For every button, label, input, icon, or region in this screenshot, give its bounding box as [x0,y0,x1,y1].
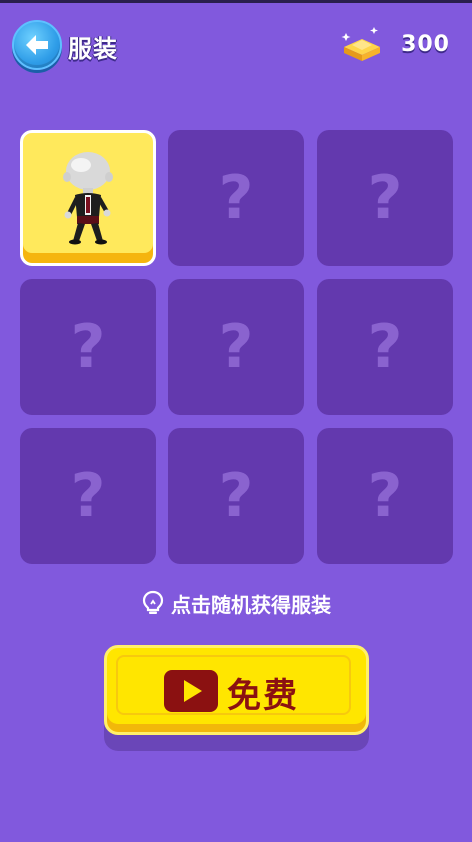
character-outfit-icon [63,152,113,245]
outfit-slot-8[interactable]: ? [168,428,304,564]
free-button[interactable]: 免费 [104,645,369,751]
hint-row: 点击随机获得服装 [0,589,472,619]
locked-question-mark: ? [367,163,403,233]
hint-text: 点击随机获得服装 [171,593,331,617]
gold-amount: 300 [401,32,450,57]
locked-question-mark: ? [70,312,106,382]
locked-question-mark: ? [218,312,254,382]
video-play-icon [164,670,218,712]
outfit-slot-1[interactable] [20,130,156,266]
back-button[interactable] [12,20,62,70]
outfit-slot-4[interactable]: ? [20,279,156,415]
locked-question-mark: ? [70,461,106,531]
lightbulb-icon [142,590,164,614]
outfit-slot-9[interactable]: ? [317,428,453,564]
currency-display: 300 [340,25,450,65]
locked-question-mark: ? [367,312,403,382]
locked-question-mark: ? [367,461,403,531]
gold-bar-icon [341,27,380,61]
outfit-slot-6[interactable]: ? [317,279,453,415]
locked-question-mark: ? [218,163,254,233]
locked-question-mark: ? [218,461,254,531]
page-title: 服装 [68,35,118,63]
outfit-slot-2[interactable]: ? [168,130,304,266]
outfit-grid: ? ? ? ? ? ? ? ? [20,130,453,564]
header-bar: 服装 300 [0,3,472,93]
arrow-left-icon [26,35,48,55]
free-button-label: 免费 [227,676,299,716]
outfit-slot-3[interactable]: ? [317,130,453,266]
outfit-slot-7[interactable]: ? [20,428,156,564]
outfit-slot-5[interactable]: ? [168,279,304,415]
